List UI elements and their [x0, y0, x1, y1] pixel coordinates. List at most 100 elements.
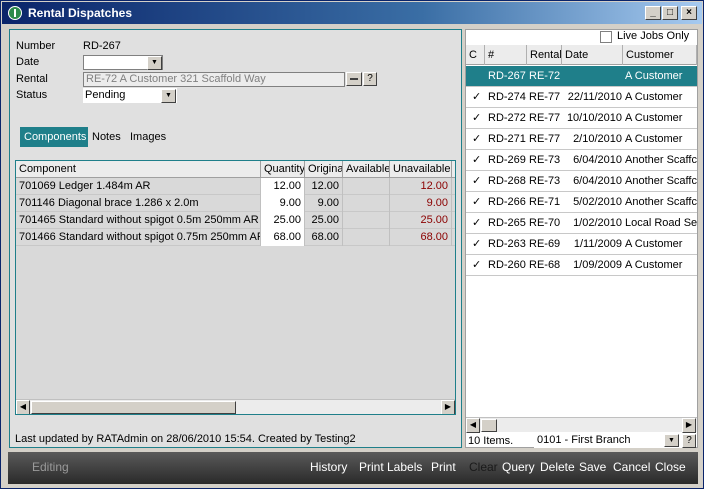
action-toolbar: Editing History Print Labels Print Clear…: [8, 452, 698, 484]
row-date: 6/04/2010: [573, 175, 622, 187]
list-item[interactable]: ✓ RD-265 RE-70 1/02/2010 Local Road Se: [466, 213, 697, 234]
table-row[interactable]: 701466 Standard without spigot 0.75m 250…: [16, 229, 455, 246]
tab-components[interactable]: Components: [20, 127, 88, 147]
table-row[interactable]: 701069 Ledger 1.484m AR 12.00 12.00 12.0…: [16, 178, 455, 195]
cell-quantity[interactable]: 25.00: [261, 212, 305, 229]
scroll-thumb[interactable]: [481, 419, 497, 432]
delete-button[interactable]: Delete: [540, 460, 575, 474]
list-horizontal-scrollbar[interactable]: ◀ ▶: [466, 417, 697, 433]
cell-quantity[interactable]: 9.00: [261, 195, 305, 212]
print-labels-button[interactable]: Print Labels: [359, 460, 422, 474]
list-item[interactable]: ✓ RD-260 RE-68 1/09/2009 A Customer: [466, 255, 697, 276]
list-item[interactable]: ✓ RD-268 RE-73 6/04/2010 Another Scaffc: [466, 171, 697, 192]
tab-notes[interactable]: Notes: [88, 127, 126, 147]
list-item[interactable]: ✓ RD-263 RE-69 1/11/2009 A Customer: [466, 234, 697, 255]
cell-unavailable: 68.00: [390, 229, 452, 246]
list-item[interactable]: ✓ RD-271 RE-77 2/10/2010 A Customer: [466, 129, 697, 150]
grid-horizontal-scrollbar[interactable]: ◀ ▶: [16, 399, 455, 414]
dispatch-detail-panel: Number RD-267 Date ▼ Rental RE-72 A Cust…: [9, 29, 462, 448]
row-date: 5/02/2010: [573, 196, 622, 208]
table-row[interactable]: 701465 Standard without spigot 0.5m 250m…: [16, 212, 455, 229]
scroll-left-icon[interactable]: ◀: [16, 400, 30, 414]
rental-help-button[interactable]: ?: [363, 72, 377, 86]
row-date: 2/10/2010: [573, 133, 622, 145]
dispatch-list-panel: Live Jobs Only C # Rental Date Customer …: [465, 29, 698, 448]
list-col-date[interactable]: Date: [562, 45, 623, 65]
close-button[interactable]: Close: [655, 460, 686, 474]
status-label: Status: [16, 89, 48, 101]
mode-indicator: Editing: [32, 460, 69, 474]
list-item[interactable]: ✓ RD-269 RE-73 6/04/2010 Another Scaffc: [466, 150, 697, 171]
tab-images[interactable]: Images: [126, 127, 170, 147]
branch-value: 0101 - First Branch: [537, 434, 631, 446]
rental-field[interactable]: RE-72 A Customer 321 Scaffold Way: [83, 72, 345, 87]
cell-quantity[interactable]: 12.00: [261, 178, 305, 195]
list-item[interactable]: ✓ RD-274 RE-77 22/11/2010 A Customer: [466, 87, 697, 108]
minimize-button[interactable]: _: [645, 6, 661, 20]
maximize-button[interactable]: □: [662, 6, 678, 20]
chevron-down-icon[interactable]: ▼: [664, 434, 679, 447]
list-item[interactable]: ✓ RD-272 RE-77 10/10/2010 A Customer: [466, 108, 697, 129]
list-col-c[interactable]: C: [466, 45, 485, 65]
row-rental: RE-70: [529, 217, 561, 229]
scroll-right-icon[interactable]: ▶: [682, 418, 696, 433]
col-original[interactable]: Original: [305, 161, 343, 178]
list-header: C # Rental Date Customer: [466, 45, 697, 65]
row-customer: A Customer: [625, 133, 683, 145]
components-grid: Component Quantity Original Available Un…: [15, 160, 456, 415]
cell-component: 701465 Standard without spigot 0.5m 250m…: [16, 212, 261, 229]
row-check: ✓: [472, 238, 482, 250]
clear-button[interactable]: Clear: [469, 460, 498, 474]
row-check: ✓: [472, 196, 482, 208]
print-button[interactable]: Print: [431, 460, 456, 474]
cell-unavailable: 9.00: [390, 195, 452, 212]
col-c[interactable]: C: [452, 161, 455, 178]
row-number: RD-267: [488, 70, 526, 82]
row-date: 10/10/2010: [566, 112, 622, 124]
app-icon: [8, 6, 22, 20]
cancel-button[interactable]: Cancel: [613, 460, 650, 474]
query-button[interactable]: Query: [502, 460, 535, 474]
list-col-rental[interactable]: Rental: [527, 45, 562, 65]
row-customer: Local Road Se: [625, 217, 697, 229]
list-col-customer[interactable]: Customer: [623, 45, 697, 65]
col-component[interactable]: Component: [16, 161, 261, 178]
table-row[interactable]: 701146 Diagonal brace 1.286 x 2.0m 9.00 …: [16, 195, 455, 212]
row-check: ✓: [472, 133, 482, 145]
list-item[interactable]: RD-267 RE-72 A Customer: [466, 66, 697, 87]
row-number: RD-266: [488, 196, 526, 208]
live-jobs-checkbox[interactable]: [600, 31, 612, 43]
number-value: RD-267: [83, 40, 121, 52]
save-button[interactable]: Save: [579, 460, 606, 474]
cell-component: 701069 Ledger 1.484m AR: [16, 178, 261, 195]
chevron-down-icon[interactable]: ▼: [161, 89, 176, 103]
list-help-button[interactable]: ?: [682, 434, 696, 448]
cell-unavailable: 25.00: [390, 212, 452, 229]
list-col-number[interactable]: #: [485, 45, 527, 65]
cell-original: 12.00: [305, 178, 343, 195]
col-unavailable[interactable]: Unavailable: [390, 161, 452, 178]
cell-original: 9.00: [305, 195, 343, 212]
scroll-thumb[interactable]: [31, 401, 236, 414]
row-number: RD-265: [488, 217, 526, 229]
date-field[interactable]: ▼: [83, 55, 163, 70]
title-bar: Rental Dispatches _ □ ×: [2, 2, 702, 24]
history-button[interactable]: History: [310, 460, 347, 474]
rental-lookup-button[interactable]: [346, 72, 362, 86]
scroll-left-icon[interactable]: ◀: [466, 418, 480, 433]
scroll-right-icon[interactable]: ▶: [441, 400, 455, 414]
status-value: Pending: [85, 89, 126, 101]
row-customer: A Customer: [625, 259, 683, 271]
close-window-button[interactable]: ×: [681, 6, 697, 20]
col-quantity[interactable]: Quantity: [261, 161, 305, 178]
row-date: [562, 66, 622, 86]
row-date: 1/02/2010: [573, 217, 622, 229]
list-item[interactable]: ✓ RD-266 RE-71 5/02/2010 Another Scaffc: [466, 192, 697, 213]
chevron-down-icon[interactable]: ▼: [147, 56, 162, 70]
branch-select[interactable]: 0101 - First Branch ▼: [534, 434, 682, 448]
status-select[interactable]: Pending ▼: [83, 88, 177, 103]
col-available[interactable]: Available: [343, 161, 390, 178]
cell-quantity[interactable]: 68.00: [261, 229, 305, 246]
grid-header: Component Quantity Original Available Un…: [16, 161, 455, 178]
row-number: RD-271: [488, 133, 526, 145]
